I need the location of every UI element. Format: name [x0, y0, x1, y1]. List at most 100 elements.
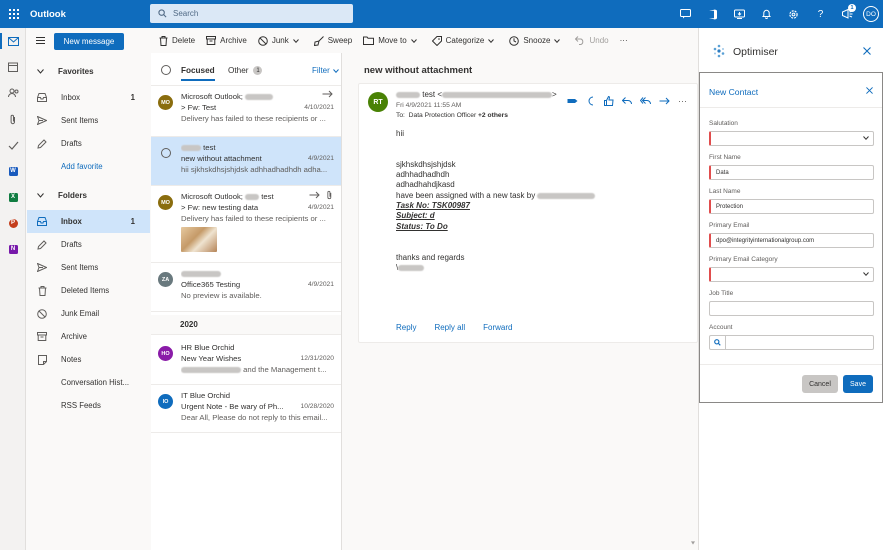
- message-list-header: Focused Other 1 Filter: [151, 53, 341, 86]
- folder-notes[interactable]: Notes: [27, 348, 150, 371]
- calendar-app-icon[interactable]: [0, 54, 26, 80]
- bell-icon[interactable]: [753, 0, 780, 28]
- help-icon[interactable]: ?: [807, 0, 834, 28]
- onenote-app-icon[interactable]: N: [0, 236, 26, 262]
- add-favorite-link[interactable]: Add favorite: [27, 155, 150, 178]
- attachment-thumbnail[interactable]: [181, 227, 217, 252]
- feedback-icon[interactable]: 1: [834, 0, 861, 28]
- salutation-select[interactable]: [709, 131, 874, 146]
- app-launcher-icon[interactable]: [0, 0, 28, 28]
- message-subject: Urgent Note - Be wary of Ph...: [181, 402, 284, 411]
- app-title[interactable]: Outlook: [30, 9, 150, 20]
- save-button[interactable]: Save: [843, 375, 873, 393]
- sender-avatar[interactable]: RT: [368, 92, 388, 112]
- last-name-input[interactable]: Protection: [709, 199, 874, 214]
- first-name-input[interactable]: Data: [709, 165, 874, 180]
- sender-line[interactable]: test < >: [396, 90, 557, 99]
- primary-email-category-select[interactable]: [709, 267, 874, 282]
- filter-button[interactable]: Filter: [312, 66, 339, 75]
- message-item[interactable]: IO IT Blue Orchid Urgent Note - Be wary …: [151, 385, 341, 433]
- more-options-icon[interactable]: ···: [678, 96, 687, 106]
- reply-all-icon[interactable]: [640, 97, 651, 105]
- reply-all-link[interactable]: Reply all: [434, 323, 465, 332]
- notification-badge: 1: [848, 4, 856, 12]
- message-item[interactable]: ZA Office365 Testing 4/9/2021 No preview…: [151, 263, 341, 312]
- teams-chat-icon[interactable]: [672, 0, 699, 28]
- folder-junk-email[interactable]: Junk Email: [27, 302, 150, 325]
- folder-rss-feeds[interactable]: RSS Feeds: [27, 394, 150, 417]
- sweep-button[interactable]: Sweep: [313, 35, 352, 46]
- reading-pane: new without attachment RT test < > Fri 4/…: [343, 53, 698, 550]
- folders-section-header[interactable]: Folders: [27, 184, 150, 206]
- todo-app-icon[interactable]: [0, 132, 26, 158]
- people-app-icon[interactable]: [0, 80, 26, 106]
- like-icon[interactable]: [604, 96, 614, 106]
- forward-icon[interactable]: [309, 191, 320, 199]
- select-all-checkbox[interactable]: [161, 65, 171, 75]
- select-message-radio[interactable]: [161, 148, 171, 158]
- folder-sent-items[interactable]: Sent Items: [27, 256, 150, 279]
- folder-conversation-history[interactable]: Conversation Hist...: [27, 371, 150, 394]
- categorize-button[interactable]: Categorize: [431, 35, 499, 46]
- folder-archive[interactable]: Archive: [27, 325, 150, 348]
- optimiser-addin-icon[interactable]: [567, 97, 578, 105]
- message-sender: test: [181, 143, 311, 152]
- delete-button[interactable]: Delete: [159, 35, 195, 46]
- reply-icon[interactable]: [622, 97, 632, 105]
- message-preview: Dear All, Please do not reply to this em…: [181, 413, 328, 422]
- paperclip-icon: [327, 190, 332, 200]
- folder-deleted-items[interactable]: Deleted Items: [27, 279, 150, 302]
- snooze-button[interactable]: Snooze: [509, 35, 564, 46]
- search-icon[interactable]: [710, 336, 726, 349]
- favorite-inbox[interactable]: Inbox 1: [27, 86, 150, 109]
- gear-icon[interactable]: [780, 0, 807, 28]
- new-message-button[interactable]: New message: [54, 33, 124, 50]
- my-day-icon[interactable]: [726, 0, 753, 28]
- powerpoint-app-icon[interactable]: P: [0, 210, 26, 236]
- recipients-line[interactable]: To: Data Protection Officer +2 others: [396, 112, 508, 119]
- tag-icon: [431, 35, 442, 46]
- favorites-section-header[interactable]: Favorites: [27, 60, 150, 82]
- message-item[interactable]: MO Microsoft Outlook; test > Fw: new tes…: [151, 186, 341, 263]
- excel-app-icon[interactable]: X: [0, 184, 26, 210]
- avatar: ZA: [158, 272, 173, 287]
- tab-other[interactable]: Other 1: [228, 66, 263, 75]
- reply-link[interactable]: Reply: [396, 323, 416, 332]
- addin-title: Optimiser: [733, 46, 778, 58]
- message-date: 4/9/2021: [307, 281, 334, 288]
- primary-email-input[interactable]: dpo@integrityinternationalgroup.com: [709, 233, 874, 248]
- more-actions-button[interactable]: ···: [620, 36, 628, 45]
- search-box[interactable]: Search: [150, 4, 353, 23]
- folder-inbox[interactable]: Inbox 1: [27, 210, 150, 233]
- tab-focused[interactable]: Focused: [181, 66, 215, 81]
- hamburger-menu-icon[interactable]: [36, 37, 45, 46]
- attachment-app-icon[interactable]: [0, 106, 26, 132]
- close-icon[interactable]: [863, 47, 871, 55]
- favorite-sent-items[interactable]: Sent Items: [27, 109, 150, 132]
- favorite-drafts[interactable]: Drafts: [27, 132, 150, 155]
- job-title-input[interactable]: [709, 301, 874, 316]
- trash-icon: [159, 35, 168, 46]
- forward-icon[interactable]: [659, 97, 670, 105]
- forward-icon[interactable]: [322, 90, 333, 98]
- tab-other-label: Other: [228, 66, 249, 75]
- message-item[interactable]: HO HR Blue Orchid New Year Wishes 12/31/…: [151, 337, 341, 385]
- archive-icon: [206, 36, 217, 45]
- message-item[interactable]: MO Microsoft Outlook; > Fw: Test 4/10/20…: [151, 86, 341, 137]
- mail-app-icon[interactable]: [0, 28, 26, 54]
- cancel-button[interactable]: Cancel: [802, 375, 838, 393]
- close-icon[interactable]: [866, 87, 873, 94]
- office-icon[interactable]: [699, 0, 726, 28]
- immersive-reader-icon[interactable]: [586, 96, 596, 106]
- archive-button[interactable]: Archive: [206, 36, 247, 45]
- move-to-button[interactable]: Move to: [363, 36, 420, 45]
- message-item-selected[interactable]: test new without attachment 4/9/2021 hii…: [151, 137, 341, 186]
- folder-drafts[interactable]: Drafts: [27, 233, 150, 256]
- scroll-down-arrow-icon[interactable]: [691, 541, 695, 545]
- forward-link[interactable]: Forward: [483, 323, 512, 332]
- account-lookup-input[interactable]: [709, 335, 874, 350]
- word-app-icon[interactable]: W: [0, 158, 26, 184]
- junk-button[interactable]: Junk: [258, 35, 303, 46]
- undo-button[interactable]: Undo: [575, 36, 609, 45]
- account-avatar[interactable]: DO: [863, 6, 879, 22]
